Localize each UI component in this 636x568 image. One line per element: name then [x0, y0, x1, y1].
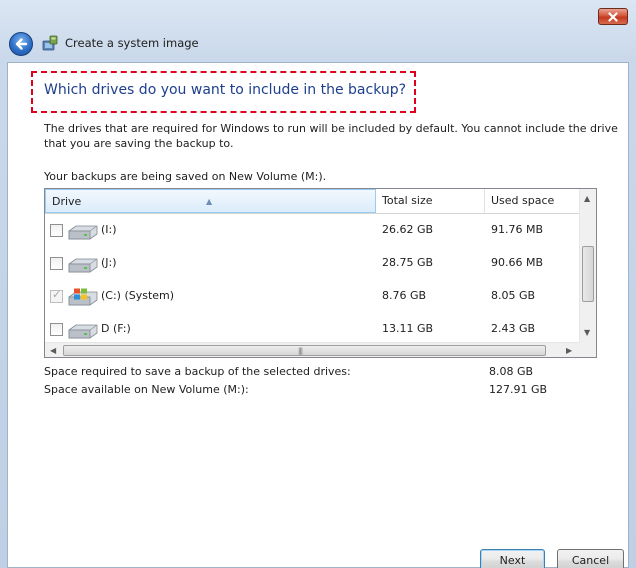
scroll-up-arrow-icon[interactable]: ▲	[584, 194, 590, 203]
close-button[interactable]	[598, 8, 628, 25]
drive-checkbox[interactable]	[50, 257, 63, 270]
drive-checkbox[interactable]	[50, 323, 63, 336]
back-button[interactable]	[9, 32, 33, 56]
table-row[interactable]: (C:) (System) 8.76 GB 8.05 GB	[45, 280, 579, 313]
drive-used-space: 8.05 GB	[491, 289, 536, 302]
column-header-used-space[interactable]: Used space	[485, 189, 579, 213]
drive-used-space: 90.66 MB	[491, 256, 544, 269]
scrollbar-corner	[579, 342, 596, 357]
vertical-scrollbar[interactable]: ▲ ▼	[579, 189, 596, 342]
drive-checkbox[interactable]	[50, 224, 63, 237]
page-heading: Which drives do you want to include in t…	[44, 82, 407, 98]
drive-name: D (F:)	[101, 322, 131, 335]
hard-drive-icon	[68, 258, 98, 273]
column-header-drive[interactable]: Drive ▲	[45, 189, 376, 213]
back-arrow-icon	[15, 38, 28, 50]
drive-total-size: 28.75 GB	[382, 256, 434, 269]
page-description: The drives that are required for Windows…	[44, 122, 618, 150]
scroll-left-arrow-icon[interactable]: ◀	[50, 346, 56, 355]
window-title: Create a system image	[65, 36, 199, 50]
horizontal-scrollbar[interactable]: ◀ ||| ▶	[45, 342, 579, 357]
cancel-button[interactable]: Cancel	[557, 549, 624, 568]
scroll-right-arrow-icon[interactable]: ▶	[566, 346, 572, 355]
close-icon	[608, 11, 618, 22]
drive-total-size: 26.62 GB	[382, 223, 434, 236]
space-required-label: Space required to save a backup of the s…	[44, 365, 351, 378]
drive-rows: (I:) 26.62 GB 91.76 MB (J:) 28.75 GB 90.…	[45, 214, 579, 342]
space-required-value: 8.08 GB	[489, 365, 534, 378]
column-header-total-size[interactable]: Total size	[376, 189, 485, 213]
column-header-drive-label: Drive	[52, 195, 82, 208]
drive-total-size: 13.11 GB	[382, 322, 434, 335]
hard-drive-icon	[68, 225, 98, 240]
drive-used-space: 2.43 GB	[491, 322, 536, 335]
drive-used-space: 91.76 MB	[491, 223, 544, 236]
table-row[interactable]: (I:) 26.62 GB 91.76 MB	[45, 214, 579, 247]
drive-name: (I:)	[101, 223, 117, 236]
vertical-scroll-thumb[interactable]	[582, 246, 594, 302]
drive-checkbox-disabled-checked	[50, 288, 63, 303]
drive-name: (C:) (System)	[101, 289, 175, 302]
space-available-label: Space available on New Volume (M:):	[44, 383, 249, 396]
wizard-content: Which drives do you want to include in t…	[7, 62, 629, 568]
horizontal-scroll-thumb[interactable]: |||	[63, 345, 546, 356]
table-row[interactable]: (J:) 28.75 GB 90.66 MB	[45, 247, 579, 280]
sort-ascending-icon: ▲	[206, 197, 213, 206]
drive-list: Drive ▲ Total size Used space (I:) 26.62…	[44, 188, 597, 358]
table-row[interactable]: D (F:) 13.11 GB 2.43 GB	[45, 313, 579, 342]
scroll-down-arrow-icon[interactable]: ▼	[584, 328, 590, 337]
hard-drive-icon	[68, 324, 98, 339]
drive-name: (J:)	[101, 256, 117, 269]
drive-total-size: 8.76 GB	[382, 289, 427, 302]
windows-system-drive-icon	[68, 288, 98, 306]
backup-restore-icon	[42, 35, 58, 51]
scroll-grip-icon: |||	[298, 347, 303, 355]
saving-location-label: Your backups are being saved on New Volu…	[44, 170, 327, 183]
drive-list-header: Drive ▲ Total size Used space	[45, 189, 579, 214]
space-available-value: 127.91 GB	[489, 383, 548, 396]
window-frame: Create a system image Which drives do yo…	[0, 0, 636, 568]
next-button[interactable]: Next	[480, 549, 545, 568]
